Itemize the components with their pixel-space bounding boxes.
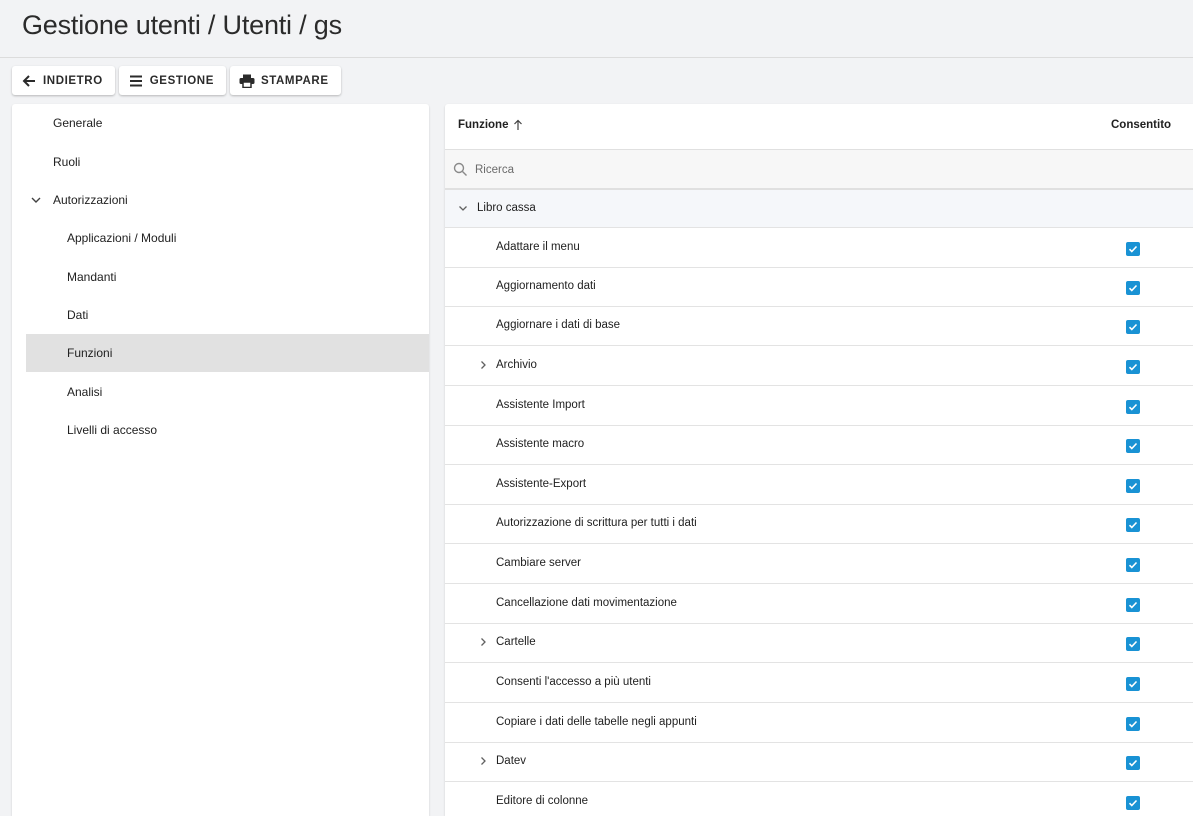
allowed-checkbox[interactable] (1126, 479, 1140, 493)
function-label: Cambiare server (496, 557, 581, 569)
function-label: Aggiornamento dati (496, 280, 596, 292)
function-label: Datev (496, 755, 527, 767)
menu-icon (128, 73, 144, 89)
allowed-checkbox[interactable] (1126, 558, 1140, 572)
allowed-checkbox[interactable] (1126, 320, 1140, 334)
search-input[interactable] (475, 160, 1175, 180)
function-label: Copiare i dati delle tabelle negli appun… (496, 716, 697, 728)
column-header-consentito[interactable]: Consentito (1111, 119, 1171, 131)
sidebar-item-label: Analisi (67, 385, 103, 399)
sidebar-item-applicazioni-moduli[interactable]: Applicazioni / Moduli (26, 219, 429, 257)
table-row[interactable]: Datev (445, 742, 1193, 782)
sidebar-item-autorizzazioni[interactable]: Autorizzazioni (26, 181, 429, 219)
sidebar-item-generale[interactable]: Generale (26, 104, 429, 142)
function-label: Archivio (496, 359, 537, 371)
table-row[interactable]: Consenti l'accesso a più utenti (445, 663, 1193, 703)
sidebar-item-dati[interactable]: Dati (26, 296, 429, 334)
allowed-checkbox[interactable] (1126, 281, 1140, 295)
function-label: Editore di colonne (496, 795, 589, 807)
function-label: Assistente Import (496, 399, 585, 411)
chevron-down-icon[interactable] (456, 201, 470, 215)
sidebar-item-livelli-di-accesso[interactable]: Livelli di accesso (26, 411, 429, 449)
arrow-left-icon (21, 73, 37, 89)
sidebar-item-label: Autorizzazioni (53, 193, 128, 207)
page-header: Gestione utenti / Utenti / gs (0, 0, 1193, 58)
sidebar: Generale Ruoli Autorizzazioni Applicazio… (12, 104, 429, 816)
search-icon (453, 162, 468, 177)
table-row[interactable]: Assistente Import (445, 386, 1193, 426)
allowed-checkbox[interactable] (1126, 796, 1140, 810)
print-button-label: STAMPARE (260, 74, 329, 87)
column-header-label: Funzione (458, 119, 509, 131)
allowed-checkbox[interactable] (1126, 637, 1140, 651)
allowed-checkbox[interactable] (1126, 400, 1140, 414)
sidebar-item-label: Dati (67, 308, 89, 322)
page-title: Gestione utenti / Utenti / gs (22, 10, 342, 40)
grid-header: Funzione Consentito (445, 104, 1193, 150)
function-label: Cancellazione dati movimentazione (496, 597, 677, 609)
sidebar-item-label: Mandanti (67, 270, 117, 284)
group-label: Libro cassa (477, 202, 536, 214)
allowed-checkbox[interactable] (1126, 598, 1140, 612)
allowed-checkbox[interactable] (1126, 677, 1140, 691)
sidebar-item-label: Funzioni (67, 346, 113, 360)
chevron-right-icon[interactable] (476, 635, 490, 649)
table-row[interactable]: Aggiornamento dati (445, 267, 1193, 307)
function-label: Consenti l'accesso a più utenti (496, 676, 651, 688)
table-row[interactable]: Assistente-Export (445, 465, 1193, 505)
allowed-checkbox[interactable] (1126, 439, 1140, 453)
chevron-right-icon[interactable] (476, 754, 490, 768)
allowed-checkbox[interactable] (1126, 756, 1140, 770)
allowed-checkbox[interactable] (1126, 242, 1140, 256)
sidebar-item-analisi[interactable]: Analisi (26, 373, 429, 411)
group-row-libro-cassa[interactable]: Libro cassa (445, 190, 1193, 228)
table-row[interactable]: Adattare il menu (445, 228, 1193, 268)
allowed-checkbox[interactable] (1126, 518, 1140, 532)
sidebar-item-label: Generale (53, 116, 103, 130)
function-label: Autorizzazione di scrittura per tutti i … (496, 517, 697, 529)
table-row[interactable]: Autorizzazione di scrittura per tutti i … (445, 504, 1193, 544)
function-label: Aggiornare i dati di base (496, 319, 621, 331)
chevron-down-icon[interactable] (28, 192, 44, 208)
sidebar-item-label: Applicazioni / Moduli (67, 231, 177, 245)
function-label: Adattare il menu (496, 241, 580, 253)
table-row[interactable]: Copiare i dati delle tabelle negli appun… (445, 703, 1193, 743)
function-label: Assistente-Export (496, 478, 587, 490)
back-button[interactable]: INDIETRO (12, 66, 115, 95)
table-row[interactable]: Archivio (445, 346, 1193, 386)
table-row[interactable]: Cancellazione dati movimentazione (445, 584, 1193, 624)
sidebar-item-mandanti[interactable]: Mandanti (26, 258, 429, 296)
chevron-right-icon[interactable] (476, 358, 490, 372)
function-label: Assistente macro (496, 438, 585, 450)
table-row[interactable]: Cartelle (445, 623, 1193, 663)
print-button[interactable]: STAMPARE (229, 66, 341, 95)
allowed-checkbox[interactable] (1126, 360, 1140, 374)
allowed-checkbox[interactable] (1126, 717, 1140, 731)
table-row[interactable]: Cambiare server (445, 544, 1193, 584)
sidebar-item-label: Ruoli (53, 155, 81, 169)
printer-icon (239, 73, 255, 89)
filter-row (445, 150, 1193, 190)
manage-button[interactable]: GESTIONE (118, 66, 226, 95)
toolbar: INDIETRO GESTIONE STAMPARE (12, 66, 341, 95)
table-row[interactable]: Aggiornare i dati di base (445, 306, 1193, 346)
functions-grid: Funzione Consentito Libro cassa Adattare… (445, 104, 1193, 816)
table-row[interactable]: Editore di colonne (445, 782, 1193, 816)
column-header-funzione[interactable]: Funzione (458, 119, 523, 131)
table-row[interactable]: Assistente macro (445, 425, 1193, 465)
back-button-label: INDIETRO (43, 74, 103, 87)
sidebar-item-ruoli[interactable]: Ruoli (26, 143, 429, 181)
sidebar-item-label: Livelli di accesso (67, 423, 158, 437)
manage-button-label: GESTIONE (149, 74, 214, 87)
sidebar-item-funzioni[interactable]: Funzioni (26, 334, 429, 372)
function-label: Cartelle (496, 636, 536, 648)
sort-ascending-icon (513, 119, 523, 131)
